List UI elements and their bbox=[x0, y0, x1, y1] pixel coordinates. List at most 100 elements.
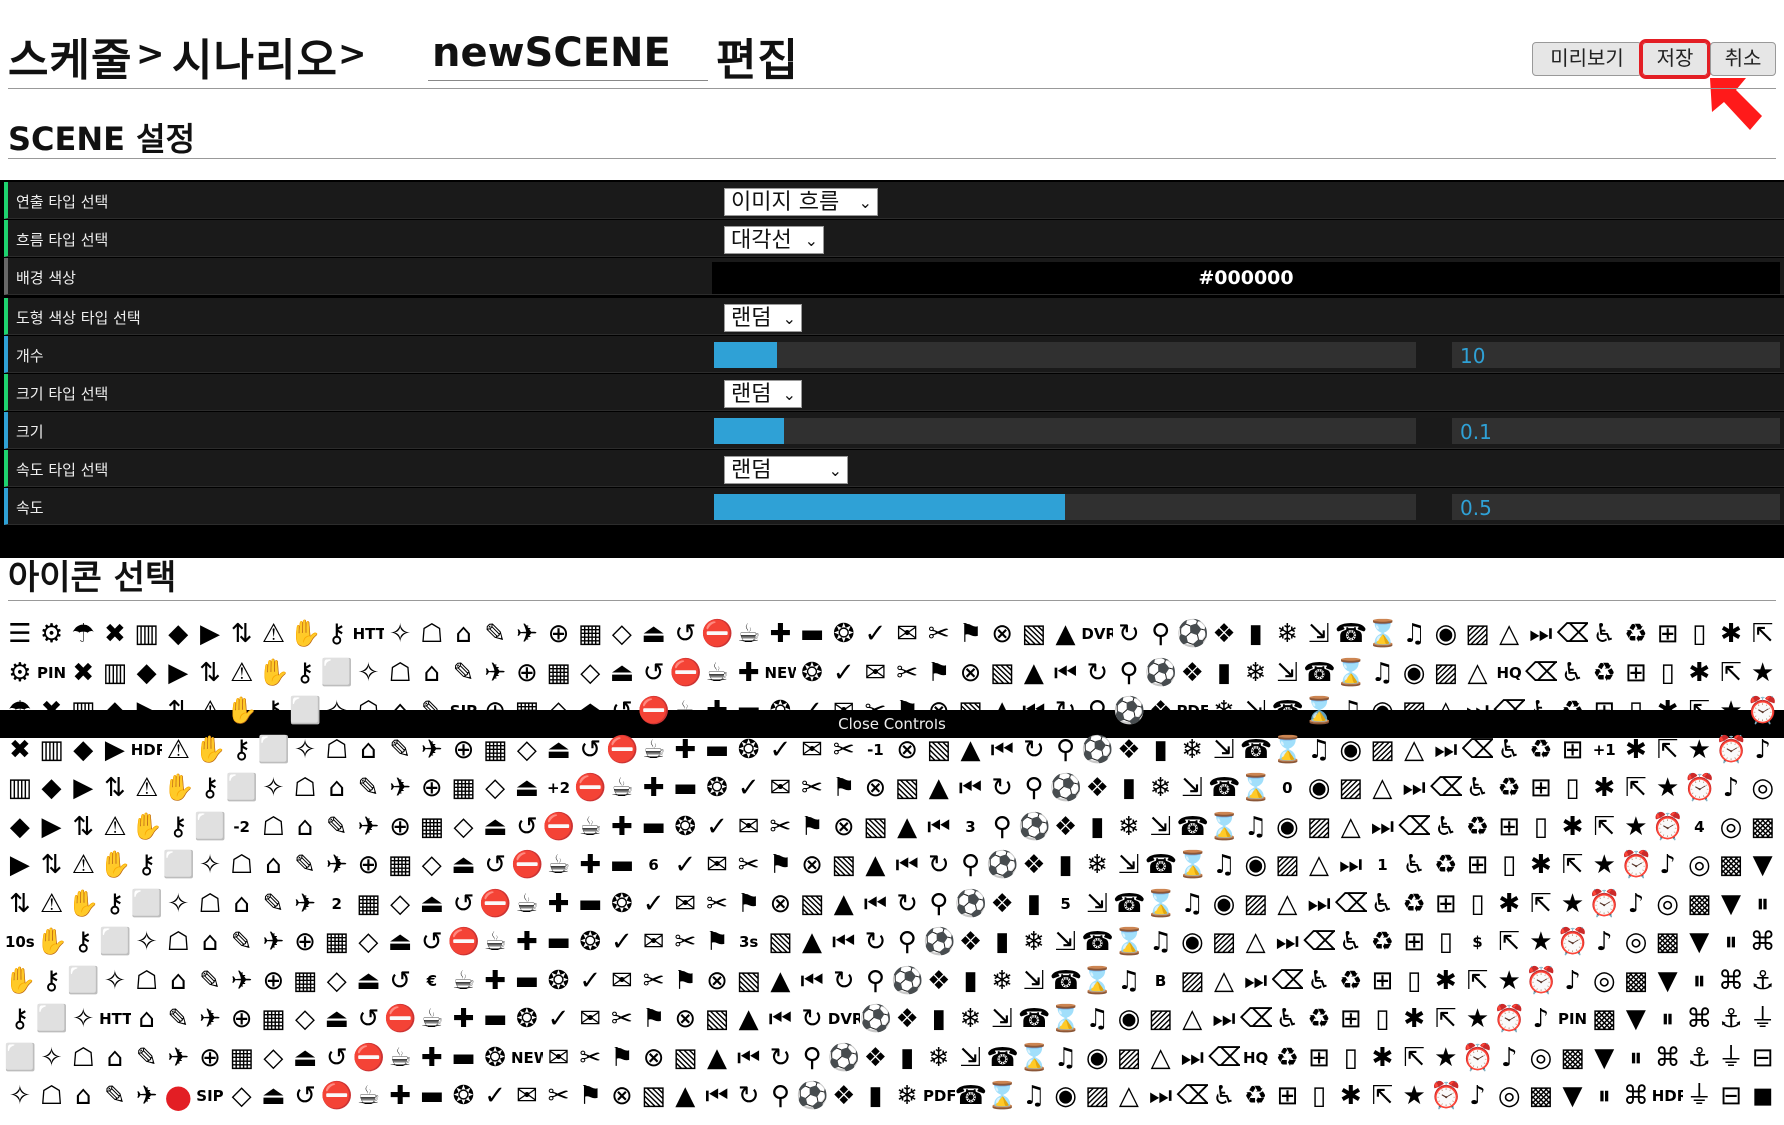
icon-option[interactable]: ★ bbox=[1398, 1077, 1430, 1116]
icon-option[interactable]: ☂ bbox=[4, 692, 36, 731]
icon-option[interactable]: ⏏ bbox=[638, 615, 670, 654]
icon-option[interactable]: ✚ bbox=[448, 1000, 480, 1039]
icon-option[interactable]: ✂ bbox=[606, 1000, 638, 1039]
icon-option[interactable]: ✉ bbox=[606, 962, 638, 1001]
icon-option[interactable]: ♫ bbox=[1113, 962, 1145, 1001]
icon-option[interactable]: ⚽ bbox=[955, 885, 987, 924]
icon-option[interactable]: △ bbox=[1335, 808, 1367, 847]
icon-option[interactable]: ☕ bbox=[416, 1000, 448, 1039]
icon-option[interactable]: ▩ bbox=[1557, 1039, 1589, 1078]
icon-option[interactable]: ◆ bbox=[36, 769, 68, 808]
icon-option[interactable]: ◎ bbox=[1652, 885, 1684, 924]
icon-option[interactable]: ★ bbox=[1493, 962, 1525, 1001]
icon-option[interactable]: ▨ bbox=[1430, 654, 1462, 693]
icon-option[interactable]: ⚑ bbox=[891, 692, 923, 731]
icon-option[interactable]: ▲ bbox=[955, 731, 987, 770]
icon-option[interactable]: ◉ bbox=[1050, 1077, 1082, 1116]
icon-option[interactable]: ⏸ bbox=[1747, 885, 1779, 924]
icon-option[interactable]: ▮ bbox=[986, 923, 1018, 962]
icon-option[interactable]: ▦ bbox=[226, 1039, 258, 1078]
icon-option[interactable]: ⇱ bbox=[1430, 1000, 1462, 1039]
icon-option[interactable]: ♻ bbox=[1398, 885, 1430, 924]
icon-option[interactable]: ⚠ bbox=[226, 654, 258, 693]
icon-option[interactable]: ❂ bbox=[701, 769, 733, 808]
icon-option[interactable]: ⚽ bbox=[1018, 808, 1050, 847]
icon-option[interactable]: ▦ bbox=[574, 615, 606, 654]
icon-option[interactable]: ⏭ bbox=[1398, 769, 1430, 808]
icon-option[interactable]: ♻ bbox=[1430, 846, 1462, 885]
icon-option[interactable]: ⚲ bbox=[1050, 731, 1082, 770]
icon-option[interactable]: ❂ bbox=[796, 654, 828, 693]
icon-option[interactable]: ✂ bbox=[543, 1077, 575, 1116]
icon-option[interactable]: ▧ bbox=[891, 769, 923, 808]
speed-type-select[interactable]: 랜덤 ⌄ bbox=[724, 456, 848, 484]
icon-option[interactable]: 2 bbox=[321, 885, 353, 924]
icon-option[interactable]: ✋ bbox=[4, 962, 36, 1001]
icon-option[interactable]: ✉ bbox=[701, 846, 733, 885]
icon-option[interactable]: ↺ bbox=[606, 692, 638, 731]
icon-option[interactable]: ⌛ bbox=[1272, 731, 1304, 770]
icon-option[interactable]: ✓ bbox=[828, 654, 860, 693]
icon-option[interactable]: ⏭ bbox=[1176, 1039, 1208, 1078]
icon-option[interactable]: ☎ bbox=[1176, 808, 1208, 847]
icon-option[interactable]: ✓ bbox=[543, 1000, 575, 1039]
icon-option[interactable]: ⏏ bbox=[448, 846, 480, 885]
icon-option[interactable]: ✓ bbox=[860, 615, 892, 654]
icon-option[interactable]: ▥ bbox=[131, 615, 163, 654]
icon-option[interactable]: ✂ bbox=[669, 923, 701, 962]
icon-option[interactable]: ▩ bbox=[1715, 846, 1747, 885]
icon-option[interactable]: ▬ bbox=[796, 615, 828, 654]
icon-option[interactable]: ⏭ bbox=[1430, 731, 1462, 770]
icon-option[interactable]: ⇱ bbox=[1493, 923, 1525, 962]
icon-option[interactable]: ⚷ bbox=[67, 923, 99, 962]
icon-option[interactable]: ❄ bbox=[1018, 923, 1050, 962]
icon-option[interactable]: ↺ bbox=[669, 615, 701, 654]
icon-option[interactable]: ↻ bbox=[828, 962, 860, 1001]
icon-option[interactable]: ◇ bbox=[353, 923, 385, 962]
icon-option[interactable]: ✖ bbox=[99, 615, 131, 654]
icon-option[interactable]: ◉ bbox=[1081, 1039, 1113, 1078]
bg-color-input[interactable]: #000000 bbox=[712, 262, 1780, 294]
icon-option[interactable]: ▦ bbox=[258, 1000, 290, 1039]
icon-option[interactable]: HQ bbox=[1240, 1039, 1272, 1078]
icon-option[interactable]: ↺ bbox=[384, 962, 416, 1001]
icon-option[interactable]: ♻ bbox=[1620, 615, 1652, 654]
icon-option[interactable]: ▲ bbox=[733, 1000, 765, 1039]
icon-option[interactable]: ♻ bbox=[1588, 654, 1620, 693]
icon-option[interactable]: ✚ bbox=[511, 923, 543, 962]
icon-option[interactable]: ⇲ bbox=[986, 1000, 1018, 1039]
icon-option[interactable]: ⏰ bbox=[1462, 1039, 1494, 1078]
icon-option[interactable]: ⚲ bbox=[796, 1039, 828, 1078]
icon-option[interactable]: ✉ bbox=[860, 654, 892, 693]
icon-option[interactable]: ⏸ bbox=[1588, 1077, 1620, 1116]
icon-option[interactable]: ▦ bbox=[289, 962, 321, 1001]
icon-option[interactable]: 0 bbox=[1272, 769, 1304, 808]
icon-option[interactable]: ⊕ bbox=[479, 692, 511, 731]
effect-type-select[interactable]: 이미지 흐름 ⌄ bbox=[724, 188, 878, 216]
icon-option[interactable]: ✉ bbox=[574, 1000, 606, 1039]
count-slider[interactable] bbox=[714, 342, 1416, 368]
icon-option[interactable]: ⬜ bbox=[131, 885, 163, 924]
icon-option[interactable]: ⬜ bbox=[194, 808, 226, 847]
icon-option[interactable]: 6 bbox=[638, 846, 670, 885]
icon-option[interactable]: ◉ bbox=[1272, 808, 1304, 847]
icon-option[interactable]: ✚ bbox=[606, 808, 638, 847]
icon-option[interactable]: ▯ bbox=[1430, 923, 1462, 962]
icon-option[interactable]: ☖ bbox=[258, 808, 290, 847]
icon-option[interactable]: ⌂ bbox=[258, 846, 290, 885]
icon-option[interactable]: ⊗ bbox=[796, 846, 828, 885]
icon-option[interactable]: ✂ bbox=[828, 731, 860, 770]
icon-option[interactable]: ▮ bbox=[891, 1039, 923, 1078]
icon-option[interactable]: ⏮ bbox=[828, 923, 860, 962]
icon-option[interactable]: ☕ bbox=[606, 769, 638, 808]
icon-option[interactable]: NEW bbox=[511, 1039, 543, 1078]
icon-option[interactable]: ▬ bbox=[574, 885, 606, 924]
icon-option[interactable]: ⊞ bbox=[1462, 846, 1494, 885]
icon-option[interactable]: ⇅ bbox=[36, 846, 68, 885]
icon-option[interactable]: ⚲ bbox=[891, 923, 923, 962]
icon-option[interactable]: ▩ bbox=[1588, 1000, 1620, 1039]
icon-option[interactable]: ▯ bbox=[1652, 654, 1684, 693]
icon-option[interactable]: ✋ bbox=[226, 692, 258, 731]
icon-option[interactable]: ✎ bbox=[226, 923, 258, 962]
icon-option[interactable]: △ bbox=[1303, 846, 1335, 885]
